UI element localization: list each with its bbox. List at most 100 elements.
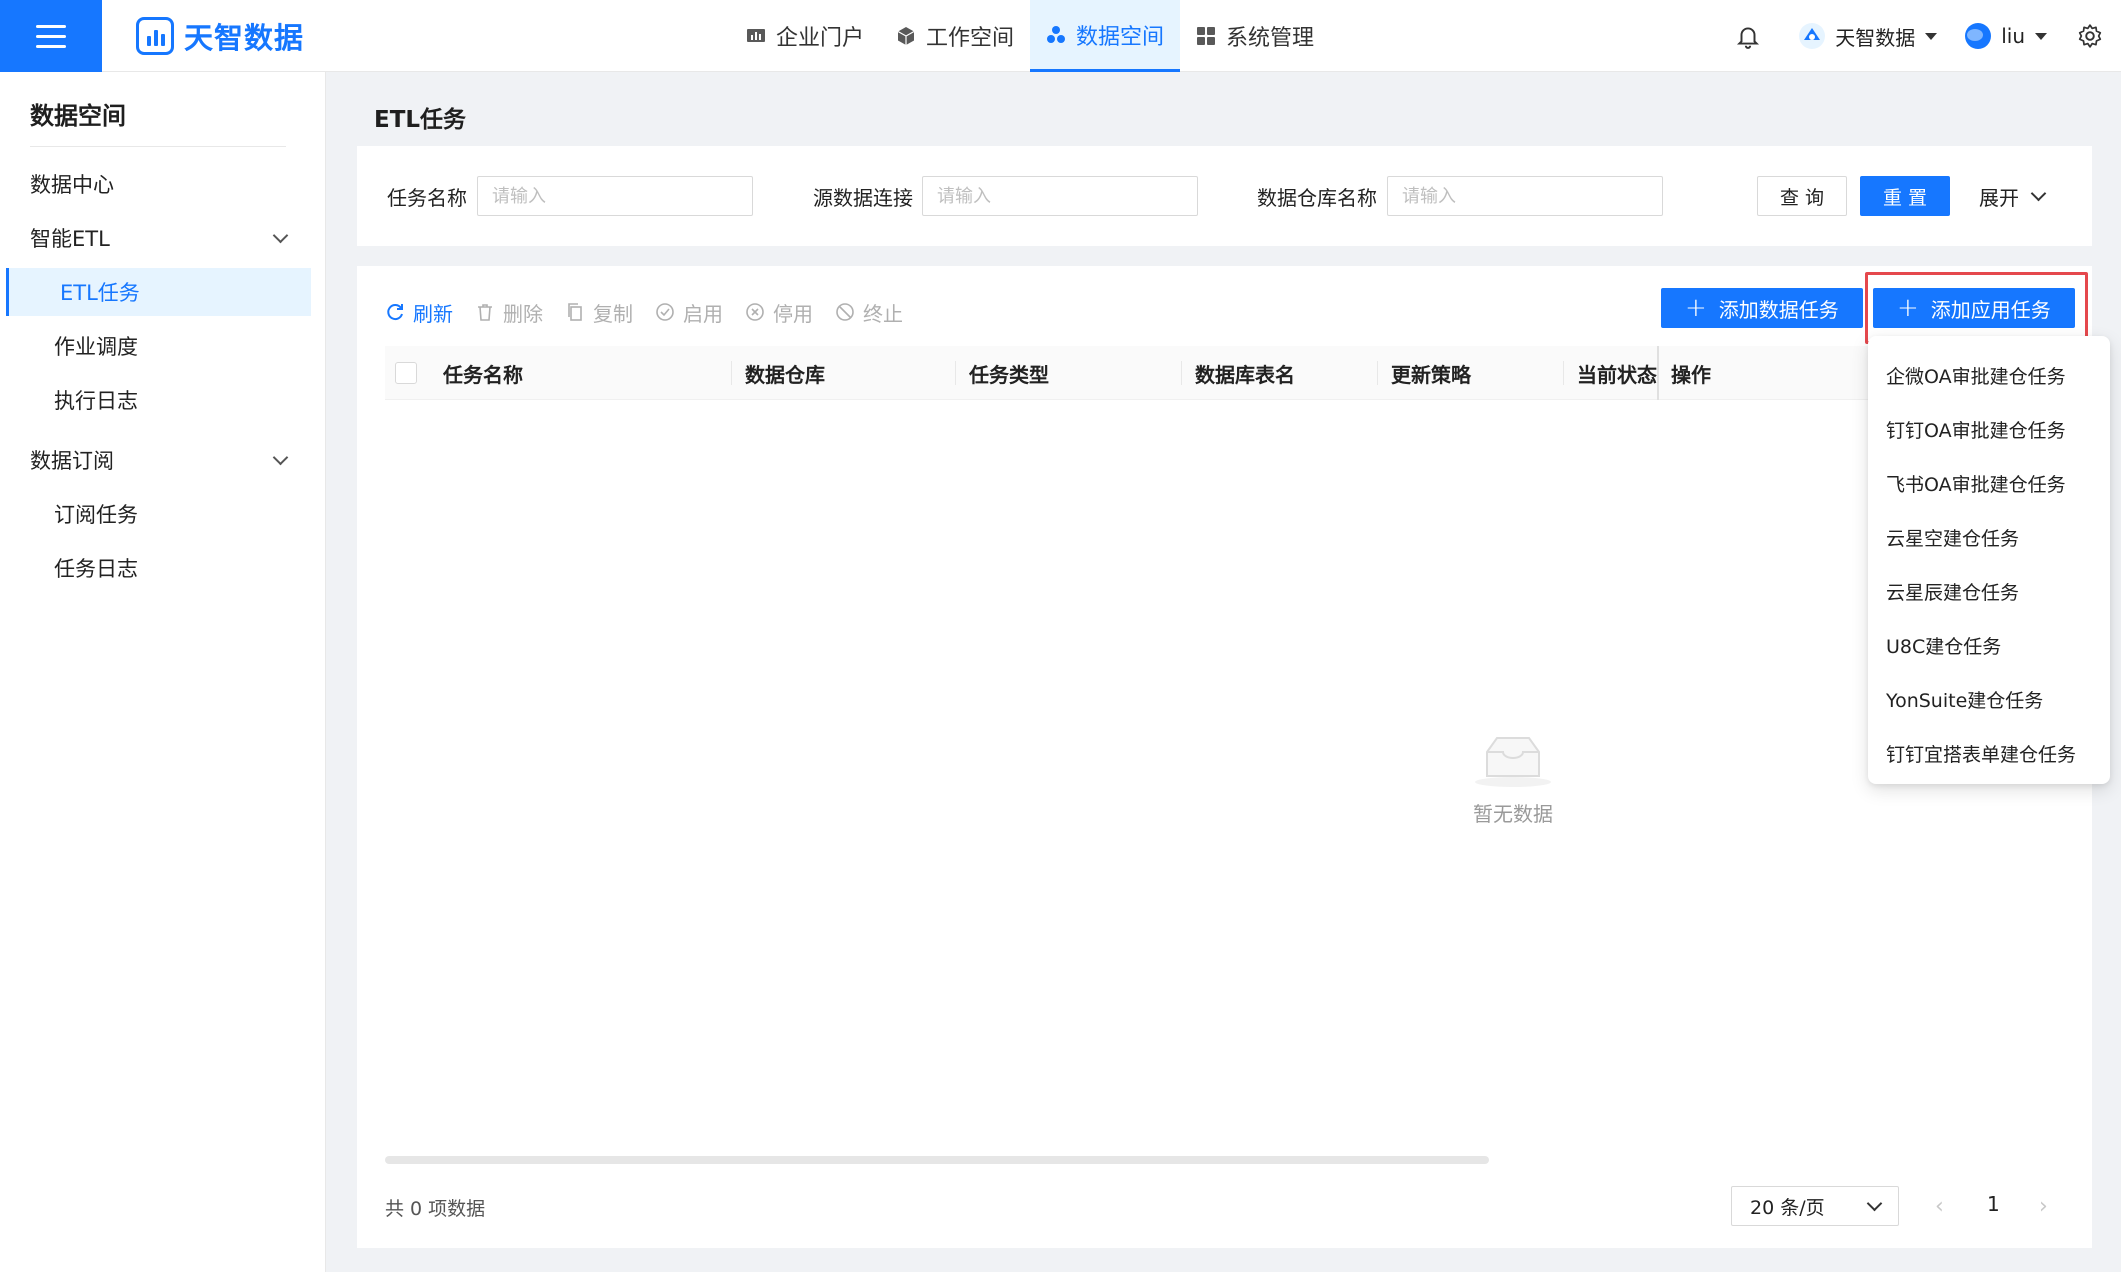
avatar xyxy=(1965,23,1992,49)
add-data-task-button[interactable]: + 添加数据任务 xyxy=(1661,288,1863,328)
nav-item-portal[interactable]: 企业门户 xyxy=(730,0,880,72)
dropdown-item[interactable]: 钉钉宜搭表单建仓任务 xyxy=(1868,726,2110,780)
sidebar-item-label: 数据订阅 xyxy=(30,449,114,473)
column-divider xyxy=(1563,361,1564,385)
brand-logo[interactable]: 天智数据 xyxy=(136,14,304,58)
inbox-icon xyxy=(1475,737,1551,787)
column-header[interactable]: 数据库表名 xyxy=(1195,346,1295,400)
delete-label: 删除 xyxy=(503,301,543,326)
expand-label: 展开 xyxy=(1979,186,2019,210)
menu-toggle-button[interactable] xyxy=(0,0,102,72)
query-button[interactable]: 查 询 xyxy=(1757,176,1847,216)
dropdown-item[interactable]: YonSuite建仓任务 xyxy=(1868,672,2110,726)
sidebar-item-job-schedule[interactable]: 作业调度 xyxy=(0,322,310,370)
copy-button[interactable]: 复制 xyxy=(565,298,633,327)
fixed-column-shadow xyxy=(1657,346,1659,400)
copy-label: 复制 xyxy=(593,301,633,326)
sidebar-item-etl-task[interactable]: ETL任务 xyxy=(6,268,311,316)
nav-label: 系统管理 xyxy=(1226,26,1315,51)
tenant-switcher[interactable]: 天智数据 xyxy=(1797,21,1938,51)
sidebar: 数据空间 数据中心 智能ETL ETL任务 作业调度 执行日志 数据订阅 订阅任… xyxy=(0,72,326,1272)
dropdown-item[interactable]: 企微OA审批建仓任务 xyxy=(1868,348,2110,402)
chevron-down-icon xyxy=(272,449,289,466)
sidebar-title: 数据空间 xyxy=(30,102,126,130)
sidebar-group-data-subscribe[interactable]: 数据订阅 xyxy=(0,436,310,484)
sidebar-divider xyxy=(30,146,286,147)
sidebar-item-label: 订阅任务 xyxy=(54,503,138,527)
stop-button[interactable]: 终止 xyxy=(835,298,903,327)
tenant-logo-icon xyxy=(1799,23,1826,49)
column-header[interactable]: 更新策略 xyxy=(1391,346,1471,400)
page-title: ETL任务 xyxy=(374,107,467,133)
warehouse-name-label: 数据仓库名称 xyxy=(1257,186,1377,210)
sidebar-group-smart-etl[interactable]: 智能ETL xyxy=(0,214,310,262)
nav-item-system[interactable]: 系统管理 xyxy=(1180,0,1330,72)
page-size-select[interactable]: 20 条/页 xyxy=(1731,1186,1899,1226)
add-app-task-button[interactable]: + 添加应用任务 xyxy=(1873,288,2075,328)
chevron-down-icon xyxy=(2030,185,2047,202)
refresh-icon xyxy=(387,304,403,321)
user-menu[interactable]: liu xyxy=(1963,21,2047,51)
sidebar-item-subscribe-task[interactable]: 订阅任务 xyxy=(0,490,310,538)
expand-toggle[interactable]: 展开 xyxy=(1979,182,2047,211)
table-toolbar: 刷新 删除 复制 启用 停用 终止 xyxy=(385,290,903,334)
page-size-value: 20 条/页 xyxy=(1750,1196,1825,1219)
chevron-down-icon xyxy=(272,227,289,244)
total-count: 共 0 项数据 xyxy=(385,1198,486,1220)
user-name: liu xyxy=(2001,24,2025,48)
sidebar-item-data-center[interactable]: 数据中心 xyxy=(0,160,310,208)
column-header[interactable]: 任务类型 xyxy=(969,346,1049,400)
enable-button[interactable]: 启用 xyxy=(655,298,723,327)
select-all-checkbox[interactable] xyxy=(395,362,417,384)
column-header[interactable]: 操作 xyxy=(1671,346,1711,400)
dropdown-item[interactable]: 云星辰建仓任务 xyxy=(1868,564,2110,618)
nav-item-dataspace[interactable]: 数据空间 xyxy=(1030,0,1181,72)
refresh-label: 刷新 xyxy=(413,301,453,326)
warehouse-name-input[interactable] xyxy=(1387,176,1663,216)
hamburger-line xyxy=(36,44,66,48)
check-circle-icon xyxy=(656,303,674,321)
caret-down-icon xyxy=(1925,32,1938,40)
bell-icon[interactable] xyxy=(1735,23,1761,49)
logo-icon xyxy=(136,17,174,55)
caret-down-icon xyxy=(2035,32,2047,40)
stop-label: 终止 xyxy=(863,301,903,326)
chevron-down-icon xyxy=(1866,1195,1883,1211)
delete-button[interactable]: 删除 xyxy=(475,298,543,327)
task-name-label: 任务名称 xyxy=(387,186,467,210)
column-header[interactable]: 数据仓库 xyxy=(745,346,825,400)
column-divider xyxy=(731,361,732,385)
column-divider xyxy=(955,361,956,385)
sidebar-item-exec-log[interactable]: 执行日志 xyxy=(0,376,310,424)
brand-name: 天智数据 xyxy=(184,21,305,55)
hamburger-icon xyxy=(36,24,66,28)
dropdown-item[interactable]: 云星空建仓任务 xyxy=(1868,510,2110,564)
column-header[interactable]: 当前状态 xyxy=(1577,346,1657,400)
source-connection-input[interactable] xyxy=(922,176,1198,216)
column-header[interactable]: 任务名称 xyxy=(443,346,523,400)
gear-icon[interactable] xyxy=(2077,23,2103,49)
cube-icon xyxy=(897,27,915,45)
reset-button[interactable]: 重 置 xyxy=(1860,176,1950,216)
refresh-button[interactable]: 刷新 xyxy=(385,298,453,327)
column-divider xyxy=(1181,361,1182,385)
add-app-task-label: 添加应用任务 xyxy=(1930,297,2051,322)
prev-page-button[interactable]: ‹ xyxy=(1935,1194,1944,1219)
task-name-input[interactable] xyxy=(477,176,753,216)
disable-button[interactable]: 停用 xyxy=(745,298,813,327)
next-page-button[interactable]: › xyxy=(2039,1194,2048,1219)
tenant-name: 天智数据 xyxy=(1835,25,1916,50)
page-number[interactable]: 1 xyxy=(1987,1192,2000,1216)
sidebar-item-task-log[interactable]: 任务日志 xyxy=(0,544,310,592)
dropdown-item[interactable]: 钉钉OA审批建仓任务 xyxy=(1868,402,2110,456)
header-tools: 天智数据 liu xyxy=(1735,0,2121,72)
nav-label: 工作空间 xyxy=(926,26,1015,51)
empty-state: 暂无数据 xyxy=(1473,732,1553,827)
dropdown-item[interactable]: 飞书OA审批建仓任务 xyxy=(1868,456,2110,510)
horizontal-scrollbar[interactable] xyxy=(385,1156,1489,1164)
dropdown-item[interactable]: U8C建仓任务 xyxy=(1868,618,2110,672)
add-data-task-label: 添加数据任务 xyxy=(1718,297,1839,322)
nav-item-workspace[interactable]: 工作空间 xyxy=(880,0,1030,72)
sidebar-item-label: 任务日志 xyxy=(54,557,138,581)
table-card: 刷新 删除 复制 启用 停用 终止 + 添加数据任务 + 添加应用任务 任务名称… xyxy=(357,266,2092,1248)
